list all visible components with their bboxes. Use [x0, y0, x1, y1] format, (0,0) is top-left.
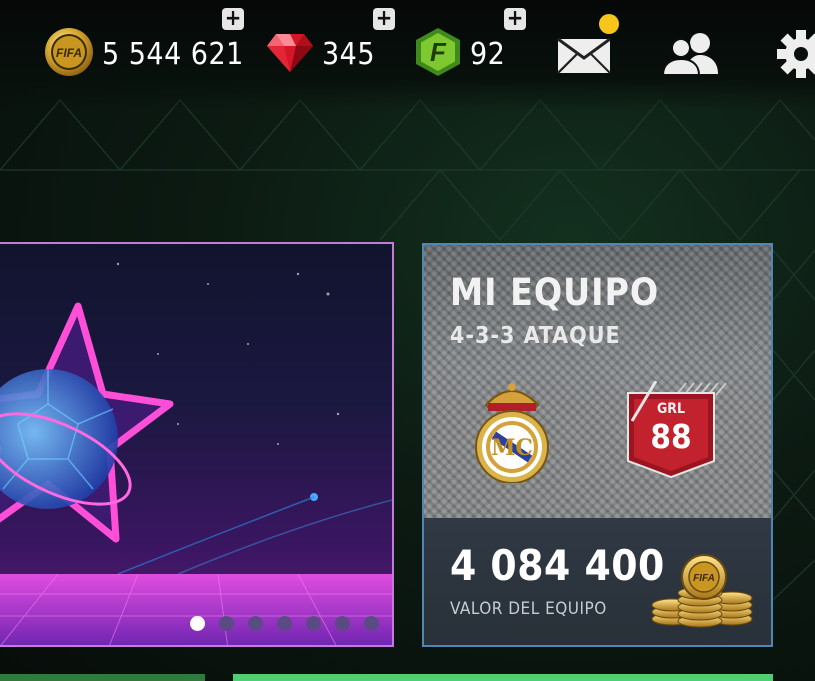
svg-text:FIFA: FIFA: [693, 573, 715, 584]
svg-text:MC: MC: [491, 435, 533, 461]
add-coins-button[interactable]: +: [222, 8, 244, 30]
gem-icon: [266, 30, 314, 78]
coins-balance[interactable]: FIFA 5 544 621 +: [44, 8, 244, 82]
mail-button[interactable]: [557, 14, 619, 78]
add-points-button[interactable]: +: [504, 8, 526, 30]
top-bar: FIFA 5 544 621 + 345 + F 92 +: [0, 0, 815, 110]
gems-value: 345: [322, 36, 376, 72]
carousel-dot[interactable]: [248, 616, 263, 631]
coins-value: 5 544 621: [102, 36, 244, 72]
friends-icon: [661, 33, 720, 80]
svg-text:F: F: [430, 37, 447, 67]
carousel-dot[interactable]: [364, 616, 379, 631]
carousel-dots: [190, 616, 379, 631]
promo-banner[interactable]: [0, 242, 394, 647]
team-value-label: VALOR DEL EQUIPO: [450, 599, 607, 619]
carousel-dot[interactable]: [277, 616, 292, 631]
notification-dot: [599, 14, 619, 34]
star-artwork: [0, 262, 392, 645]
settings-icon: [773, 30, 815, 84]
gems-balance[interactable]: 345 +: [266, 8, 395, 82]
fifa-points-value: 92: [470, 36, 506, 72]
carousel-dot[interactable]: [306, 616, 321, 631]
friends-button[interactable]: [661, 32, 720, 80]
fifa-points-icon: F: [414, 27, 462, 81]
fifa-points-balance[interactable]: F 92 +: [414, 8, 526, 82]
mail-icon: [557, 37, 611, 78]
club-crest-icon: MC: [472, 377, 552, 487]
my-team-card[interactable]: MI EQUIPO 4-3-3 ATAQUE MC GRL 88 4 084 4…: [422, 243, 773, 647]
rating-value: 88: [650, 417, 692, 456]
add-gems-button[interactable]: +: [373, 8, 395, 30]
carousel-dot[interactable]: [335, 616, 350, 631]
team-title: MI EQUIPO: [450, 271, 660, 314]
team-formation: 4-3-3 ATAQUE: [450, 323, 621, 349]
carousel-dot[interactable]: [190, 616, 205, 631]
rating-label: GRL: [656, 401, 686, 417]
fifa-coin-icon: FIFA: [44, 27, 94, 81]
team-value: 4 084 400: [450, 541, 665, 590]
bottom-tile-right[interactable]: [233, 674, 773, 681]
svg-text:FIFA: FIFA: [56, 46, 82, 60]
coins-stack-icon: FIFA: [650, 549, 756, 633]
team-rating-badge: GRL 88: [626, 381, 730, 481]
bottom-tile-left[interactable]: [0, 674, 205, 681]
carousel-dot[interactable]: [219, 616, 234, 631]
settings-button[interactable]: [773, 28, 815, 84]
